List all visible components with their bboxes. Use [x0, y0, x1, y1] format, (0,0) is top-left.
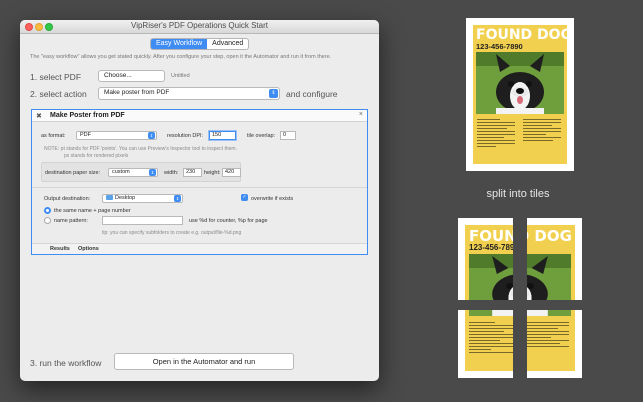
- output-destination-label: Output destination:: [44, 196, 91, 202]
- resolution-dpi-label: resolution DPI:: [167, 133, 204, 139]
- paper-size-select[interactable]: custom ⇕: [108, 168, 158, 177]
- window-title: VipRiser's PDF Operations Quick Start: [131, 21, 268, 30]
- height-label: height:: [204, 170, 221, 176]
- overwrite-label: overwrite if exists: [251, 196, 294, 202]
- poster-background: FOUND DOG 123-456-7890: [473, 25, 573, 164]
- same-name-label: the same name + page number: [54, 208, 131, 214]
- name-pattern-input[interactable]: [102, 216, 183, 225]
- panel-header: ✖ Make Poster from PDF ×: [32, 110, 367, 122]
- poster-title: FOUND DOG: [476, 27, 573, 43]
- app-window: VipRiser's PDF Operations Quick Start Ea…: [20, 20, 379, 381]
- make-poster-action-panel: ✖ Make Poster from PDF × as format: PDF …: [31, 109, 368, 255]
- tab-advanced[interactable]: Advanced: [207, 39, 248, 49]
- panel-divider: [32, 187, 367, 188]
- step-run-label: 3. run the workflow: [30, 358, 102, 368]
- chevron-updown-icon: ⇕: [269, 89, 278, 98]
- intro-text: The "easy workflow" allows you get state…: [30, 54, 332, 60]
- paper-size-label: destination paper size:: [45, 170, 101, 176]
- dog-photo: [476, 52, 564, 114]
- panel-tabs: Results Options: [32, 243, 367, 254]
- width-input[interactable]: 230: [183, 168, 202, 177]
- height-input[interactable]: 420: [222, 168, 241, 177]
- step-select-pdf-label: 1. select PDF: [30, 72, 82, 82]
- tab-easy-workflow[interactable]: Easy Workflow: [151, 39, 208, 49]
- as-format-label: as format:: [41, 133, 66, 139]
- tile-gap-horizontal: [458, 300, 582, 310]
- step-select-action-label: 2. select action: [30, 89, 87, 99]
- tools-icon: ✖: [36, 113, 42, 120]
- name-pattern-radio[interactable]: [44, 217, 51, 224]
- subfolder-tip: tip: you can specify subfolders to creat…: [102, 230, 242, 236]
- tile-overlap-label: tile overlap:: [247, 133, 276, 139]
- action-select-value: Make poster from PDF: [104, 89, 170, 96]
- output-destination-value: Desktop: [115, 195, 136, 201]
- overwrite-checkbox[interactable]: ✓: [241, 194, 248, 201]
- name-pattern-hint: use %d for counter, %p for page: [189, 218, 268, 224]
- format-select[interactable]: PDF ⇕: [76, 131, 157, 140]
- poster-phone: 123-456-7890: [476, 42, 523, 51]
- poster-text-right: [523, 119, 561, 143]
- tile-overlap-input[interactable]: 0: [280, 131, 296, 140]
- paper-size-value: custom: [112, 169, 130, 175]
- chevron-updown-icon: ⇕: [148, 132, 155, 139]
- close-icon[interactable]: ×: [359, 111, 363, 118]
- choose-pdf-button[interactable]: Choose...: [98, 70, 165, 82]
- and-configure-label: and configure: [286, 89, 338, 99]
- format-select-value: PDF: [80, 132, 91, 138]
- tab-results[interactable]: Results: [50, 246, 70, 252]
- title-bar[interactable]: VipRiser's PDF Operations Quick Start: [20, 20, 379, 34]
- note-pixels: px stands for rendered pixels: [64, 153, 129, 159]
- chevron-updown-icon: ⇕: [174, 195, 181, 202]
- dog-image: [476, 52, 564, 114]
- open-in-automator-button[interactable]: Open in the Automator and run: [114, 353, 294, 370]
- poster-tiled: FOUND DOG 123-456-7890: [458, 218, 582, 378]
- tiled-text-right: [525, 322, 569, 349]
- paper-size-group: destination paper size: custom ⇕ width: …: [41, 162, 241, 182]
- action-select[interactable]: Make poster from PDF ⇕: [98, 87, 280, 100]
- note-points: NOTE: pt stands for PDF 'points'. You ca…: [44, 146, 237, 152]
- chevron-updown-icon: ⇕: [149, 169, 156, 176]
- tiled-text-left: [469, 322, 513, 355]
- output-destination-select[interactable]: Desktop ⇕: [102, 194, 183, 203]
- workflow-mode-segmented-control[interactable]: Easy Workflow Advanced: [150, 38, 250, 50]
- width-label: width:: [164, 170, 179, 176]
- name-pattern-label: name pattern:: [54, 218, 88, 224]
- tab-options[interactable]: Options: [78, 246, 99, 252]
- same-name-radio[interactable]: [44, 207, 51, 214]
- poster-original: FOUND DOG 123-456-7890: [466, 18, 574, 171]
- folder-icon: [106, 195, 113, 200]
- panel-title: Make Poster from PDF: [50, 112, 125, 119]
- tile-gap-vertical: [513, 218, 527, 378]
- split-caption: split into tiles: [486, 188, 550, 200]
- resolution-dpi-input[interactable]: 150: [209, 131, 236, 140]
- poster-text-left: [477, 119, 515, 149]
- selected-file-name: Untitled: [171, 73, 190, 79]
